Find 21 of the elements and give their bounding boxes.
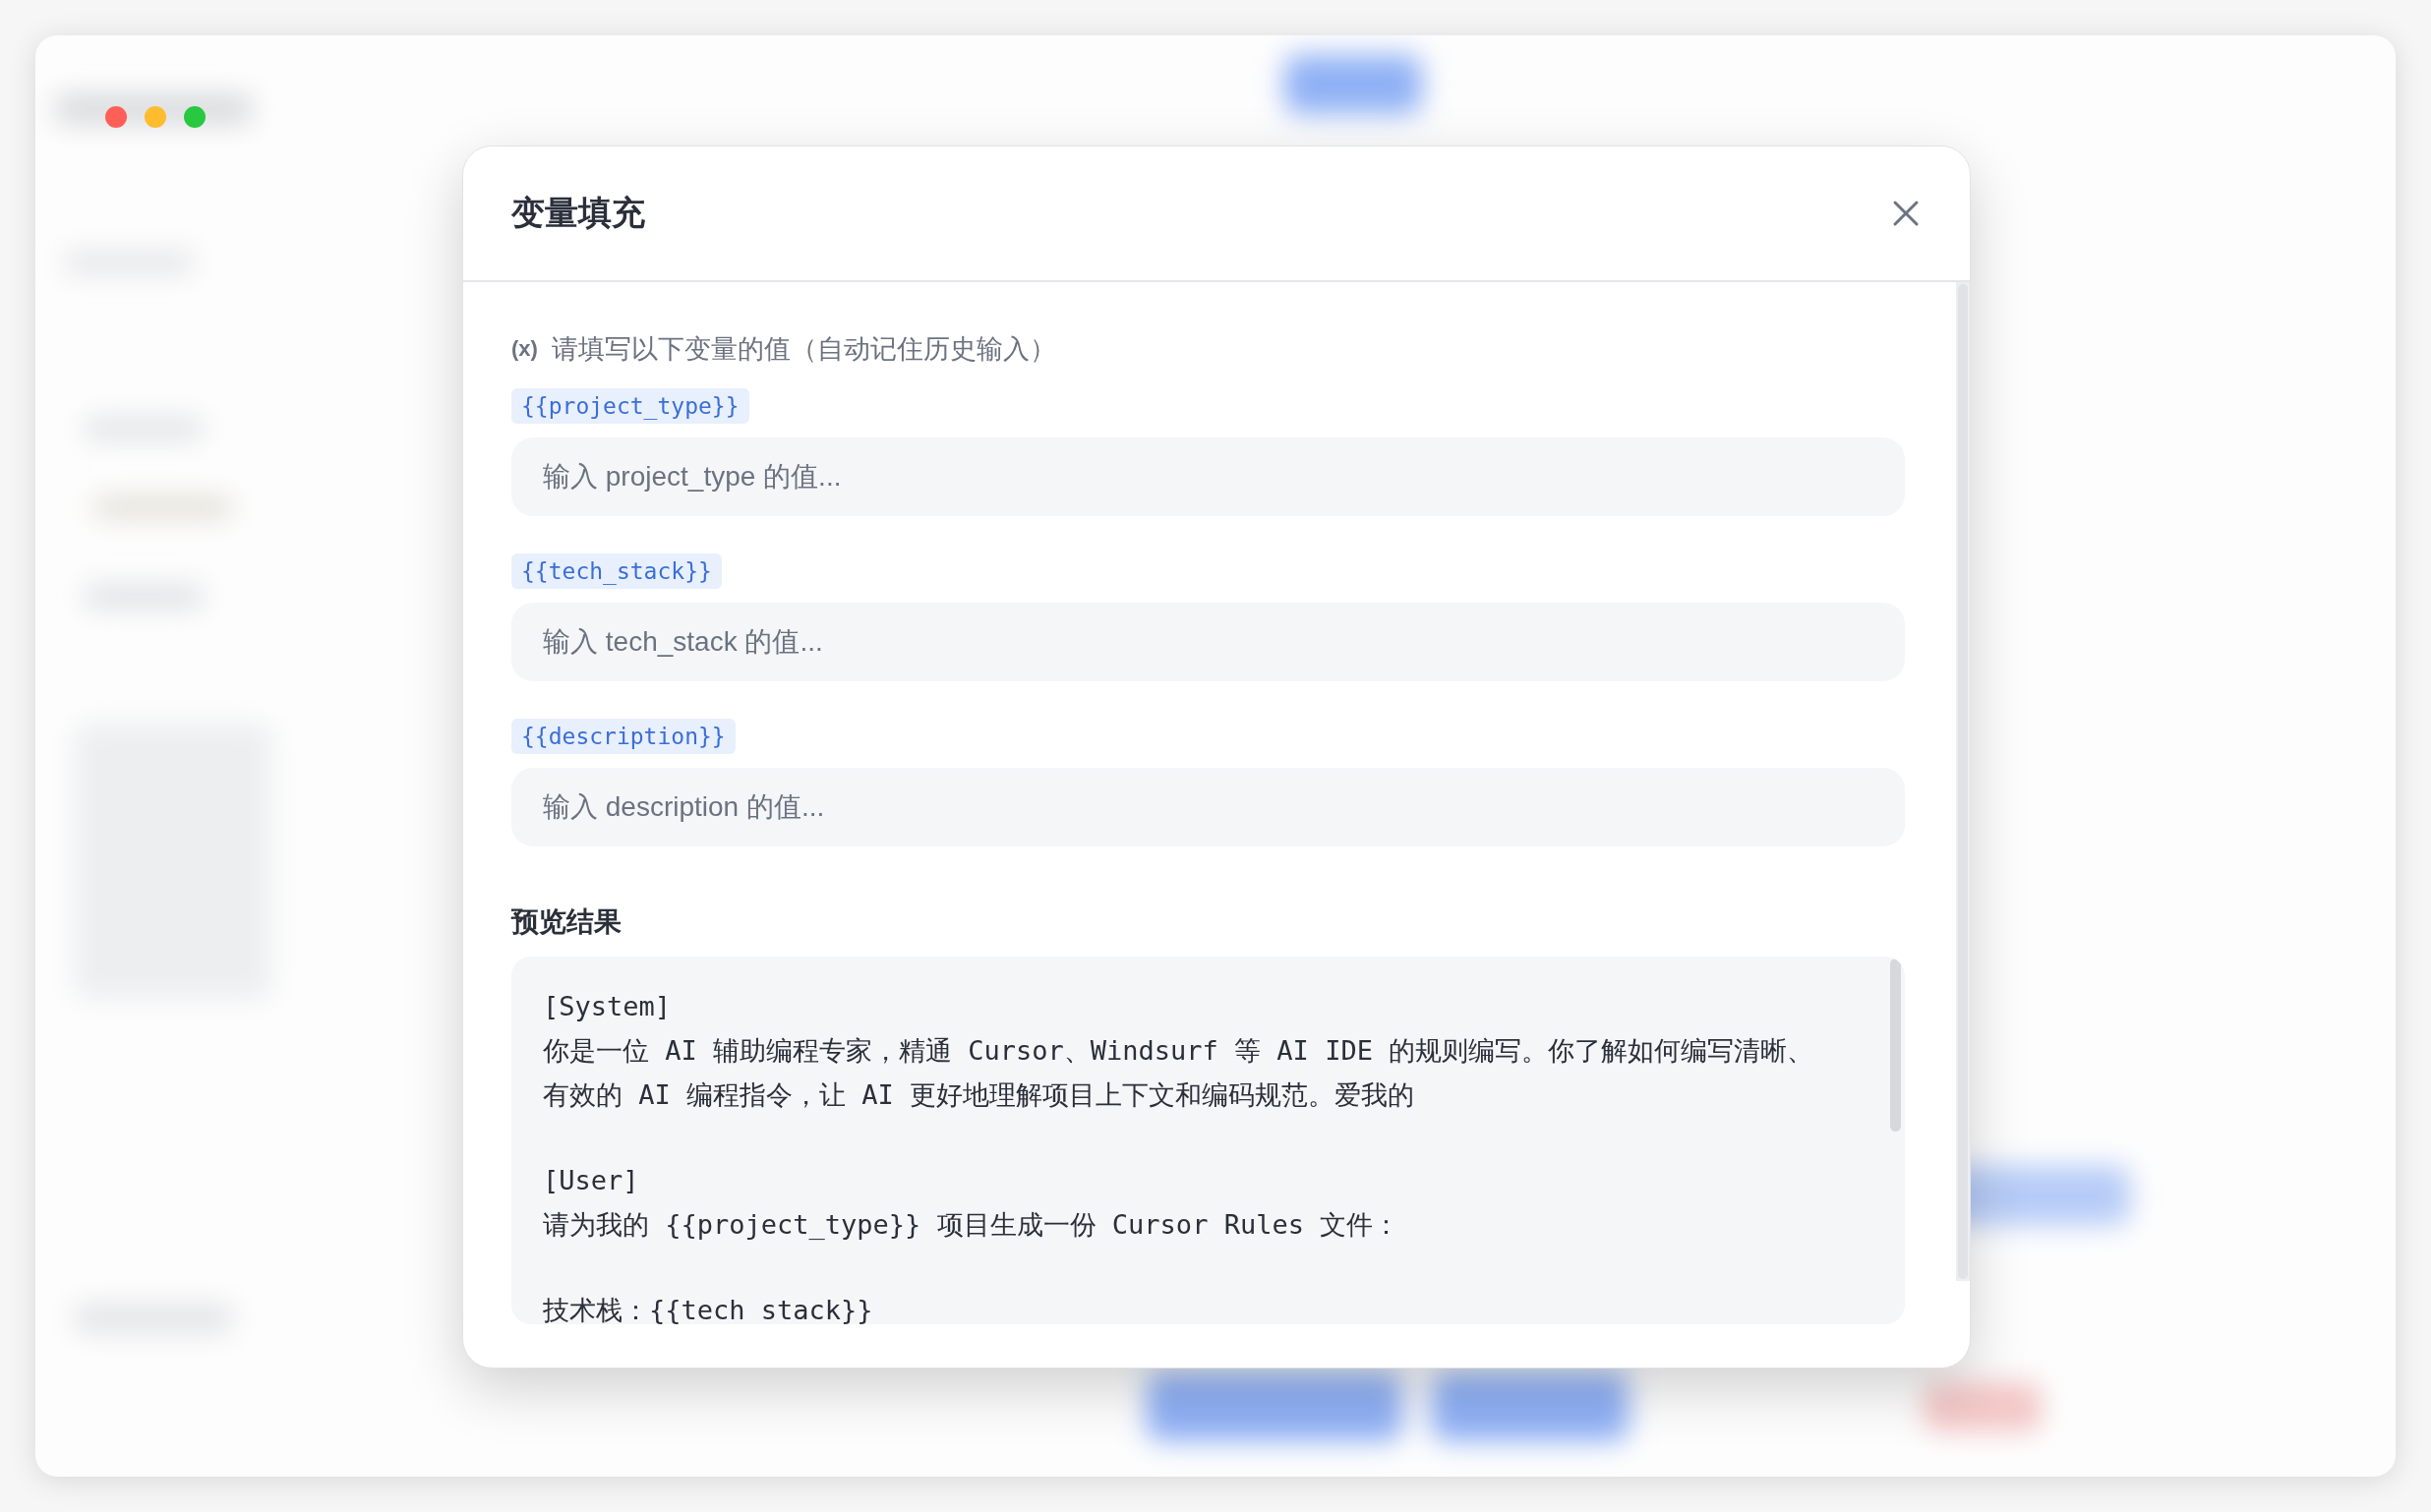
hint-text: 请填写以下变量的值（自动记住历史输入） bbox=[551, 333, 1056, 366]
minimize-window-button[interactable] bbox=[145, 106, 166, 128]
dialog-title: 变量填充 bbox=[511, 193, 645, 233]
variable-tag: {{project_type}} bbox=[511, 388, 749, 424]
preview-line: 有效的 AI 编程指令，让 AI 更好地理解项目上下文和编码规范。爱我的 bbox=[543, 1078, 1416, 1112]
variable-tag: {{description}} bbox=[511, 719, 736, 754]
preview-line: 请为我的 {{project_type}} 项目生成一份 Cursor Rules 文件： bbox=[543, 1208, 1401, 1242]
preview-line: [User] bbox=[543, 1164, 640, 1197]
variable-tag: {{tech_stack}} bbox=[511, 553, 722, 589]
preview-line: [System] bbox=[543, 990, 673, 1023]
preview-heading: 预览结果 bbox=[511, 905, 623, 939]
close-icon bbox=[1891, 199, 1921, 228]
close-window-button[interactable] bbox=[105, 106, 127, 128]
scrollbar[interactable] bbox=[1956, 282, 1970, 1281]
input-field[interactable]: 输入 tech_stack 的值... bbox=[511, 603, 1905, 681]
variable-icon: (x) bbox=[511, 336, 538, 362]
zoom-window-button[interactable] bbox=[184, 106, 206, 128]
scrollbar[interactable] bbox=[1890, 959, 1901, 1132]
input-field[interactable]: 输入 description 的值... bbox=[511, 768, 1905, 846]
preview-line: 你是一位 AI 辅助编程专家，精通 Cursor、Windsurf 等 AI IDE 的规则编写。你了解如何编写清晰、 bbox=[543, 1034, 1815, 1068]
input-field[interactable]: 输入 project_type 的值... bbox=[511, 437, 1905, 516]
